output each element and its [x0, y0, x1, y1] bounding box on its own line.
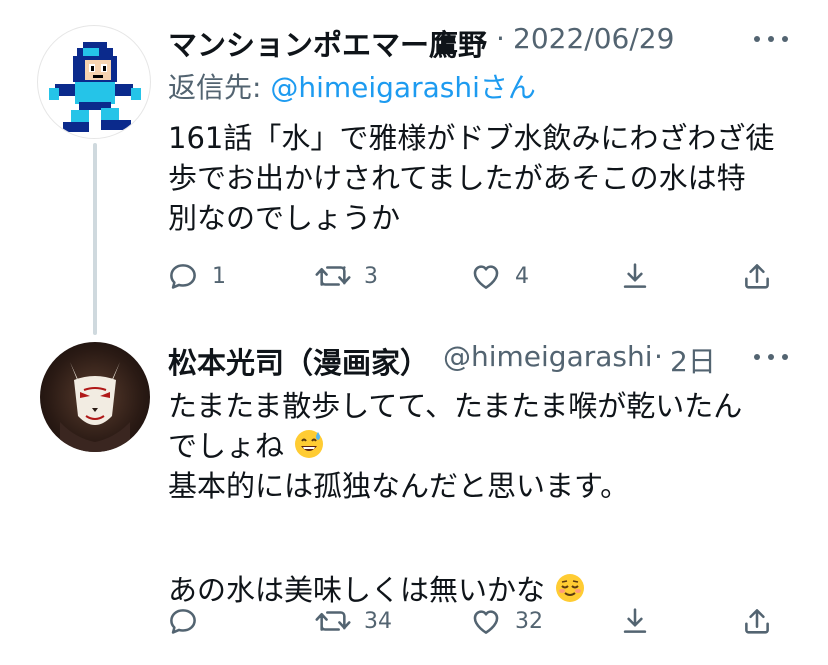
tweet-text-line: 161話「水」で雅様がドブ水飲みにわざわざ徒	[168, 121, 775, 155]
avatar-fox-mask[interactable]	[40, 342, 150, 452]
tweet-text-line: 歩でお出かけされてましたがあそこの水は特	[168, 161, 746, 195]
reply-icon	[170, 609, 196, 634]
tweet-text-line	[168, 506, 808, 546]
upload-icon	[745, 609, 769, 634]
reply-count: 1	[212, 263, 226, 289]
tweet-text: 161話「水」で雅様がドブ水飲みにわざわざ徒 歩でお出かけされてましたがあそこの…	[168, 118, 808, 238]
tweet-text-line: たまたま散歩してて、たまたま喉が乾いたん	[168, 389, 743, 423]
like-button[interactable]: 32	[469, 604, 543, 638]
more-icon[interactable]	[754, 34, 788, 44]
like-icon	[473, 610, 499, 634]
reply-icon	[170, 264, 196, 289]
relieved-emoji	[556, 574, 585, 602]
megaman-image	[49, 42, 141, 132]
retweet-icon	[315, 611, 351, 631]
author-name[interactable]: マンションポエマー鷹野	[168, 22, 487, 64]
share-button[interactable]	[618, 604, 652, 638]
upload-button[interactable]	[740, 259, 774, 293]
retweet-button[interactable]: 3	[314, 259, 378, 293]
tweet-date[interactable]: 2022/06/29	[513, 22, 674, 55]
tweet-text: たまたま散歩してて、たまたま喉が乾いたん でしょね 基本的には孤独なんだと思いま…	[168, 386, 808, 610]
tweet-text-span: でしょね	[168, 429, 285, 463]
avatar-megaman[interactable]	[37, 25, 151, 139]
retweet-count: 3	[364, 263, 378, 289]
share-icon	[623, 608, 647, 633]
share-icon	[623, 263, 647, 288]
reply-to: 返信先: @himeigarashiさん	[168, 66, 536, 106]
retweet-count: 34	[364, 608, 392, 634]
date-separator: ·	[654, 340, 663, 373]
reply-label: 返信先:	[168, 71, 262, 104]
tweet-text-line: 基本的には孤独なんだと思います。	[168, 469, 630, 503]
tweet-text-line: 別なのでしょうか	[168, 201, 401, 235]
tweet-text-line: でしょね	[168, 426, 808, 466]
author-name[interactable]: 松本光司（漫画家）	[168, 340, 429, 382]
reply-suffix[interactable]: さん	[480, 71, 536, 104]
more-icon[interactable]	[754, 352, 788, 362]
fox-mask-image	[60, 362, 130, 452]
tweet-text-span: あの水は美味しくは無いかな	[168, 573, 546, 607]
like-icon	[473, 265, 499, 289]
upload-icon	[745, 264, 769, 289]
thread-line	[93, 143, 97, 335]
reply-button[interactable]: 1	[166, 259, 226, 293]
reply-button[interactable]	[166, 604, 212, 638]
like-button[interactable]: 4	[469, 259, 529, 293]
reply-handle-link[interactable]: @himeigarashi	[270, 71, 480, 104]
date-separator: ·	[496, 22, 505, 55]
like-count: 32	[515, 608, 543, 634]
retweet-button[interactable]: 34	[314, 604, 392, 638]
share-button[interactable]	[618, 259, 652, 293]
like-count: 4	[515, 263, 529, 289]
tweet-date[interactable]: 2日	[670, 340, 716, 380]
sweat-smile-emoji	[295, 430, 324, 458]
author-handle[interactable]: @himeigarashi	[443, 340, 653, 373]
upload-button[interactable]	[740, 604, 774, 638]
retweet-icon	[315, 266, 351, 286]
